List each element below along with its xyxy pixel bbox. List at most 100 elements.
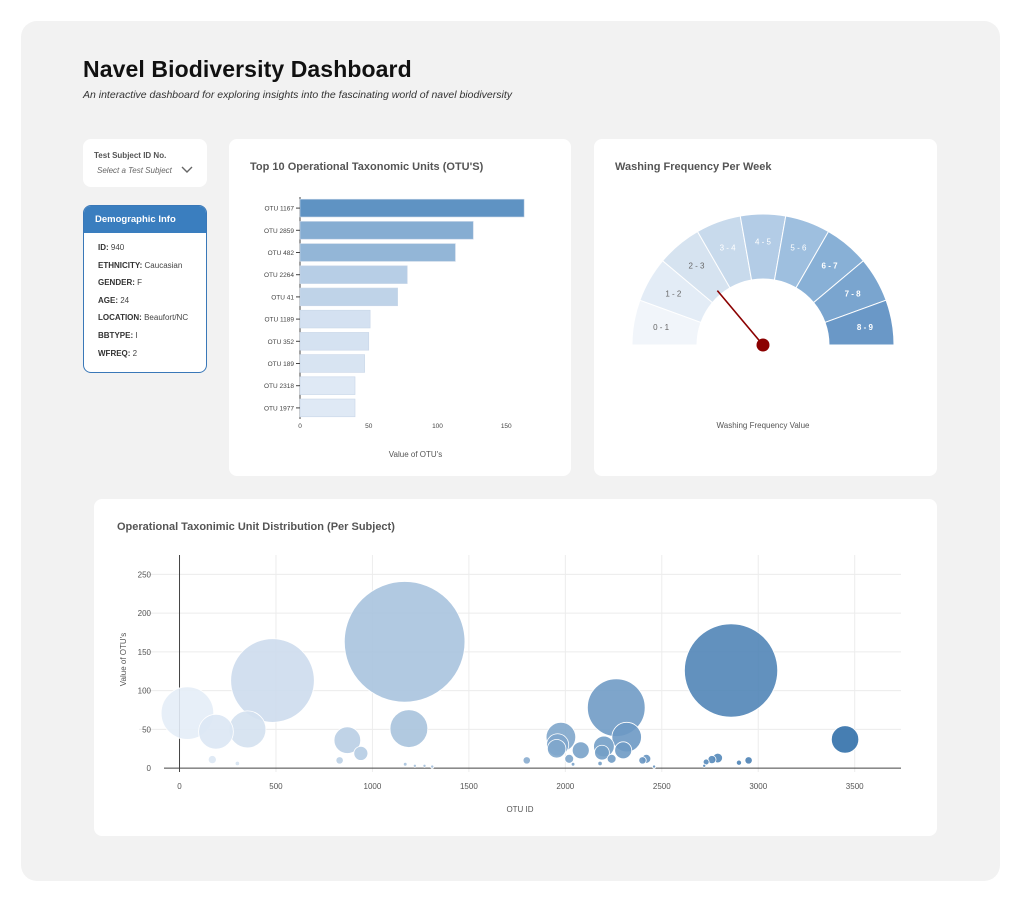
otu-bubble <box>570 761 576 767</box>
otu-bubble <box>198 713 234 750</box>
chevron-down-icon[interactable] <box>181 165 193 175</box>
demographic-row: LOCATION: Beaufort/NC <box>98 312 206 330</box>
bar-x-tick-label: 150 <box>501 423 512 430</box>
bubble-y-tick-label: 150 <box>138 648 152 657</box>
demographic-key: ETHNICITY: <box>98 260 143 270</box>
otu-bubble <box>422 763 427 768</box>
subject-selector-value[interactable]: Select a Test Subject <box>97 166 172 175</box>
otu-bubble <box>412 763 417 768</box>
demographic-info-list: ID: 940 ETHNICITY: Caucasian GENDER: F A… <box>84 233 206 365</box>
otu-bubble <box>228 710 267 749</box>
bar-category-label: OTU 1977 <box>264 405 294 412</box>
bubble-x-tick-label: 0 <box>177 782 182 791</box>
demographic-row: BBTYPE: I <box>98 330 206 348</box>
otu-bubble <box>597 760 603 767</box>
otu-bar <box>299 198 525 218</box>
bubble-y-axis-title: Value of OTU's <box>119 633 128 686</box>
otu-bubble <box>234 760 241 767</box>
otu-bubble <box>343 581 466 703</box>
bar-category-label: OTU 1167 <box>264 206 294 213</box>
bubble-x-tick-label: 500 <box>269 782 283 791</box>
demographic-value: 940 <box>110 243 125 252</box>
otu-bubble <box>335 756 344 765</box>
demographic-key: BBTYPE: <box>98 330 134 340</box>
bar-category-label: OTU 2318 <box>264 383 294 390</box>
demographic-info-title: Demographic Info <box>84 206 206 233</box>
washing-frequency-gauge: 0 - 1 1 - 2 2 - 3 3 - 4 4 - 5 5 - 6 6 - 7 7 - 8… <box>631 213 895 430</box>
bar-category-label: OTU 189 <box>268 361 295 368</box>
gauge-step-label: 8 - 9 <box>857 323 874 332</box>
demographic-value: F <box>137 278 143 288</box>
bubble-y-tick-label: 0 <box>147 764 152 773</box>
otu-bubble <box>564 753 575 764</box>
demographic-value: 2 <box>132 348 138 358</box>
washing-frequency-card: Washing Frequency Per Week 0 - 11 - 22 -… <box>594 139 937 476</box>
bar-category-label: OTU 1189 <box>264 317 294 324</box>
otu-distribution-card: Operational Taxonimic Unit Distribution … <box>94 499 937 836</box>
otu-bubble <box>735 759 742 766</box>
demographic-value: 24 <box>120 295 130 305</box>
demographic-key: WFREQ: <box>98 348 131 358</box>
otu-bubble <box>744 756 753 765</box>
otu-bubble <box>353 745 369 761</box>
bubble-x-tick-label: 3000 <box>749 782 767 791</box>
otu-bar <box>299 243 456 262</box>
otu-bar <box>299 332 370 351</box>
bubble-y-tick-label: 200 <box>138 609 152 618</box>
demographic-value: Caucasian <box>144 260 183 270</box>
bubble-x-tick-label: 1500 <box>460 782 478 791</box>
gauge-step-label: 2 - 3 <box>688 262 705 271</box>
bar-category-label: OTU 482 <box>268 250 295 257</box>
bar-category-label: OTU 2859 <box>264 228 294 235</box>
demographic-row: ID: 940 <box>98 242 206 260</box>
demographic-value: Beaufort/NC <box>144 313 189 323</box>
gauge-step-label: 3 - 4 <box>720 244 737 253</box>
otu-bubble <box>702 763 707 768</box>
gauge-axis-title: Washing Frequency Value <box>717 421 810 430</box>
otu-bubble <box>389 709 429 748</box>
bubble-x-tick-label: 2000 <box>556 782 574 791</box>
bubble-y-tick-label: 50 <box>142 725 151 734</box>
demographic-row: ETHNICITY: Caucasian <box>98 260 206 278</box>
gauge-step-label: 5 - 6 <box>790 244 807 253</box>
bar-x-tick-label: 100 <box>432 423 443 430</box>
otu-bar <box>299 221 474 240</box>
gauge-step-label: 1 - 2 <box>665 289 682 298</box>
bar-x-tick-label: 50 <box>365 423 373 430</box>
bar-x-axis-title: Value of OTU's <box>389 450 442 459</box>
gauge-needle-hub <box>756 338 770 352</box>
demographic-value: I <box>135 330 138 340</box>
bubble-x-axis-title: OTU ID <box>506 805 533 814</box>
demographic-key: ID: <box>98 243 109 252</box>
bubble-y-tick-label: 250 <box>138 570 152 579</box>
subject-selector[interactable]: Test Subject ID No. Select a Test Subjec… <box>83 139 207 187</box>
otu-bubble <box>547 739 567 759</box>
demographic-key: AGE: <box>98 295 118 305</box>
subject-selector-label: Test Subject ID No. <box>94 151 167 160</box>
otu-bubble <box>830 725 860 754</box>
otu-bubble <box>614 741 633 760</box>
bubble-x-tick-label: 2500 <box>653 782 671 791</box>
top-otu-bar-chart: OTU 1167 OTU 2859 OTU 482 OTU 2264 OTU 41 OTU… <box>264 197 525 459</box>
otu-bar <box>299 287 398 307</box>
demographic-key: GENDER: <box>98 278 135 288</box>
page-subtitle: An interactive dashboard for exploring i… <box>83 89 512 101</box>
otu-bubble <box>522 756 531 765</box>
bar-category-label: OTU 2264 <box>264 272 294 279</box>
otu-bubble <box>606 753 617 764</box>
demographic-info-panel: Demographic Info ID: 940 ETHNICITY: Cauc… <box>83 205 207 373</box>
otu-bar <box>299 265 408 284</box>
otu-bar <box>299 354 365 373</box>
bubble-y-tick-label: 100 <box>138 687 152 696</box>
otu-bubble-chart: 0501001502002500 500 1000 1500 2000 2500 3000 3… <box>119 555 901 814</box>
otu-bubble <box>638 756 647 765</box>
gauge-step-label: 6 - 7 <box>822 262 839 271</box>
gauge-step-label: 7 - 8 <box>845 289 862 298</box>
bar-x-tick-label: 0 <box>298 423 302 430</box>
bubble-x-tick-label: 1000 <box>364 782 382 791</box>
page-title: Navel Biodiversity Dashboard <box>83 56 412 82</box>
bubble-x-tick-label: 3500 <box>846 782 864 791</box>
gauge-step-label: 4 - 5 <box>755 238 772 247</box>
otu-bar <box>299 309 371 329</box>
otu-bubble <box>402 761 408 767</box>
